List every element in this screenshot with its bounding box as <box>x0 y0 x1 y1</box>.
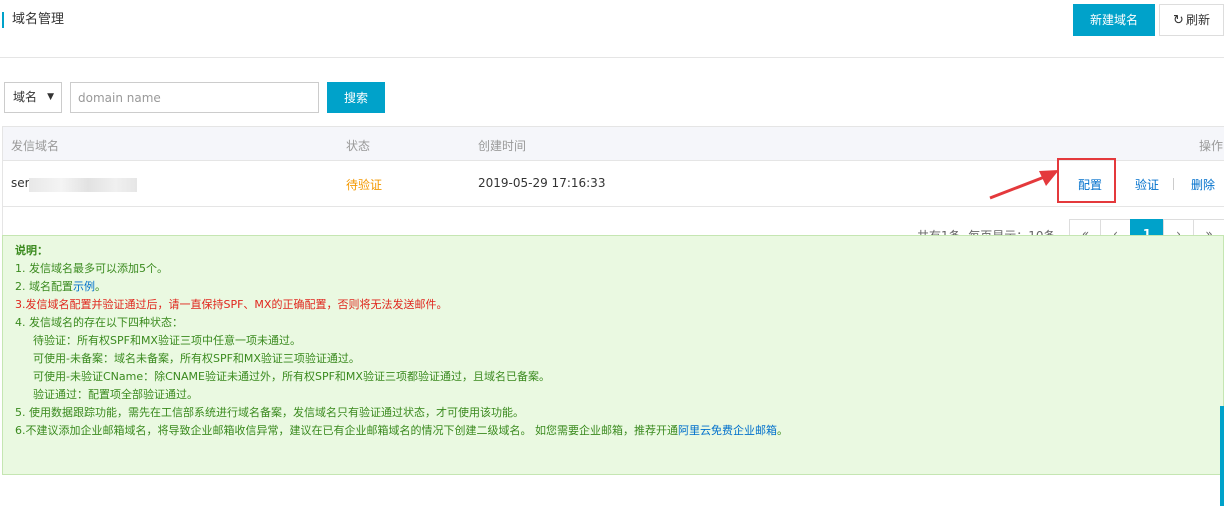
caret-down-icon: ▼ <box>47 92 54 102</box>
title-accent-bar <box>2 12 4 28</box>
notice-line-6: 6.不建议添加企业邮箱域名，将导致企业邮箱收信异常，建议在已有企业邮箱域名的情况… <box>15 424 788 438</box>
notice-status-unfiled: 可使用-未备案：域名未备案，所有权SPF和MX验证三项验证通过。 <box>33 352 360 365</box>
notice-line-1: 1. 发信域名最多可以添加5个。 <box>15 262 168 275</box>
new-domain-button[interactable]: 新建域名 <box>1073 4 1155 36</box>
notice-line-2: 2. 域名配置示例。 <box>15 280 106 294</box>
refresh-icon: ↻ <box>1173 13 1184 28</box>
column-header-actions: 操作 <box>1199 139 1224 153</box>
annotation-arrow-icon <box>989 170 1059 200</box>
notice-status-no-cname: 可使用-未验证CName：除CNAME验证未通过外，所有权SPF和MX验证三项都… <box>33 370 550 383</box>
notice-status-pending: 待验证：所有权SPF和MX验证三项中任意一项未通过。 <box>33 334 301 347</box>
search-field-select[interactable]: 域名 ▼ <box>4 82 62 113</box>
action-divider <box>1173 178 1174 190</box>
redacted-domain <box>29 178 137 192</box>
notice-line-2-text: 2. 域名配置 <box>15 280 73 293</box>
refresh-button[interactable]: ↻ 刷新 <box>1159 4 1224 36</box>
notice-status-verified: 验证通过：配置项全部验证通过。 <box>33 388 198 401</box>
page-header: 域名管理 新建域名 ↻ 刷新 <box>0 0 1224 58</box>
domain-search-input[interactable] <box>70 82 319 113</box>
free-enterprise-mail-link[interactable]: 阿里云免费企业邮箱 <box>678 424 777 437</box>
delete-link[interactable]: 删除 <box>1191 176 1215 193</box>
column-header-status: 状态 <box>346 139 371 153</box>
created-time-cell: 2019-05-29 17:16:33 <box>478 176 606 190</box>
domain-name-cell: ser <box>11 176 30 190</box>
select-value: 域名 <box>13 90 38 104</box>
notice-panel: 说明： 1. 发信域名最多可以添加5个。 2. 域名配置示例。 3.发信域名配置… <box>2 235 1224 475</box>
notice-line-2-end: 。 <box>95 280 106 293</box>
table-header: 发信域名 状态 创建时间 操作 <box>3 127 1224 161</box>
example-link[interactable]: 示例 <box>73 280 95 293</box>
notice-heading: 说明： <box>15 244 48 257</box>
refresh-label: 刷新 <box>1185 13 1210 27</box>
notice-line-4: 4. 发信域名的存在以下四种状态： <box>15 316 183 329</box>
status-badge: 待验证 <box>346 178 383 192</box>
notice-line-6-end: 。 <box>777 424 788 437</box>
column-header-domain: 发信域名 <box>11 139 60 153</box>
notice-line-5: 5. 使用数据跟踪功能，需先在工信部系统进行域名备案，发信域名只有验证通过状态，… <box>15 406 524 419</box>
notice-line-6-text: 6.不建议添加企业邮箱域名，将导致企业邮箱收信异常，建议在已有企业邮箱域名的情况… <box>15 424 678 437</box>
highlight-box <box>1057 158 1116 203</box>
page-title: 域名管理 <box>12 12 65 27</box>
search-button[interactable]: 搜索 <box>327 82 385 113</box>
verify-link[interactable]: 验证 <box>1135 176 1159 193</box>
column-header-created: 创建时间 <box>478 139 527 153</box>
notice-line-3: 3.发信域名配置并验证通过后，请一直保持SPF、MX的正确配置，否则将无法发送邮… <box>15 298 448 311</box>
side-widget-tab[interactable] <box>1220 406 1224 506</box>
